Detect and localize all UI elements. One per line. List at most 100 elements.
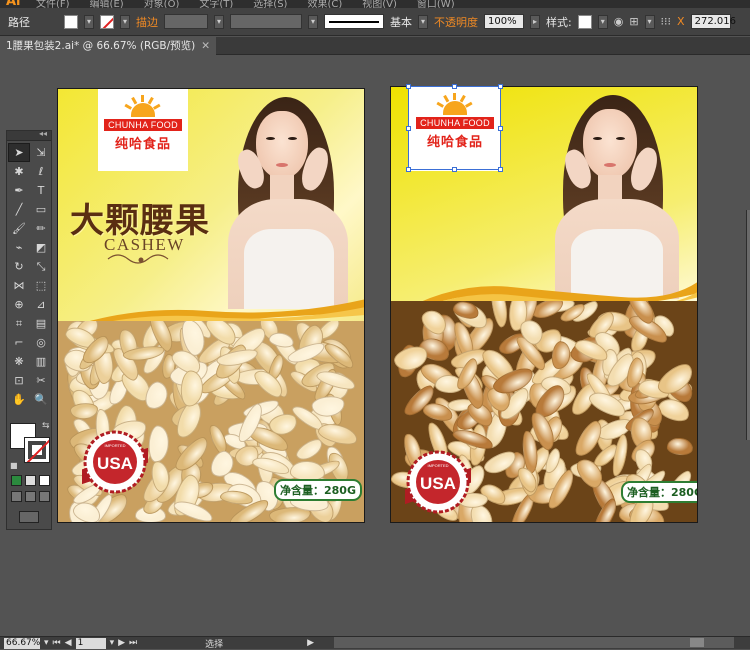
menu-file[interactable]: 文件(F) [36, 0, 70, 8]
draw-behind-icon[interactable] [25, 491, 36, 502]
perspective-grid-tool-icon[interactable]: ⊿ [30, 295, 52, 314]
direct-selection-tool-icon[interactable]: ⇲ [30, 143, 52, 162]
column-graph-tool-icon[interactable]: ▥ [30, 352, 52, 371]
eyedropper-tool-icon[interactable]: ⌐ [8, 333, 30, 352]
stroke-weight-field[interactable] [164, 14, 208, 29]
blend-tool-icon[interactable]: ◎ [30, 333, 52, 352]
style-swatch[interactable] [577, 14, 592, 29]
gradient-mode-icon[interactable] [25, 475, 36, 486]
menu-window[interactable]: 窗口(W) [417, 0, 455, 8]
scrollbar-thumb[interactable] [690, 638, 704, 647]
stroke-dropdown-icon[interactable]: ▾ [120, 14, 130, 29]
free-transform-tool-icon[interactable]: ⬚ [30, 276, 52, 295]
menu-effect[interactable]: 效果(C) [307, 0, 342, 8]
slice-tool-icon[interactable]: ✂ [30, 371, 52, 390]
fill-swatch[interactable] [64, 14, 78, 29]
variable-width-field[interactable] [230, 14, 302, 29]
align-dropdown-icon[interactable]: ▾ [644, 14, 655, 29]
handle-top-right[interactable] [498, 84, 503, 89]
zoom-dropdown-icon[interactable]: ▾ [44, 638, 49, 648]
default-colors-icon[interactable]: ■ [10, 461, 20, 471]
handle-top-center[interactable] [452, 84, 457, 89]
stroke-label[interactable]: 描边 [136, 14, 158, 30]
recolor-icon[interactable]: ◉ [614, 15, 624, 28]
menu-view[interactable]: 视图(V) [362, 0, 397, 8]
eraser-tool-icon[interactable]: ◩ [30, 238, 52, 257]
document-tab-bar: 1腰果包装2.ai* @ 66.67% (RGB/预览) ✕ [0, 37, 750, 55]
handle-bottom-center[interactable] [452, 167, 457, 172]
align-icon[interactable]: ⊞ [629, 15, 638, 28]
handle-middle-left[interactable] [406, 126, 411, 131]
opacity-field[interactable]: 100% [484, 14, 524, 29]
handle-middle-right[interactable] [498, 126, 503, 131]
stroke-weight-dropdown-icon[interactable]: ▾ [214, 14, 224, 29]
stroke-color-box[interactable] [24, 437, 50, 463]
pen-tool-icon[interactable]: ✒ [8, 181, 30, 200]
next-artboard-icon[interactable]: ▶ [118, 638, 125, 648]
brush-preview[interactable] [324, 14, 384, 29]
stroke-swatch[interactable] [100, 14, 114, 29]
shape-builder-tool-icon[interactable]: ⊕ [8, 295, 30, 314]
first-artboard-icon[interactable]: ⏮ [53, 638, 61, 648]
document-tab[interactable]: 1腰果包装2.ai* @ 66.67% (RGB/预览) ✕ [0, 37, 217, 55]
zoom-field[interactable]: 66.67% [4, 637, 40, 649]
color-mode-icon[interactable] [11, 475, 22, 486]
app-logo: Ai [6, 0, 21, 8]
pencil-tool-icon[interactable]: ✏ [30, 219, 52, 238]
x-field[interactable]: 272.016 [690, 14, 736, 29]
close-tab-icon[interactable]: ✕ [201, 37, 210, 55]
paintbrush-tool-icon[interactable]: 🖌 [8, 219, 30, 238]
line-tool-icon[interactable]: ╱ [8, 200, 30, 219]
opacity-dropdown-icon[interactable]: ▸ [530, 14, 540, 29]
swap-fill-stroke-icon[interactable]: ⇆ [42, 421, 50, 431]
draw-inside-icon[interactable] [39, 491, 50, 502]
zoom-tool-icon[interactable]: 🔍 [30, 390, 52, 409]
menu-select[interactable]: 选择(S) [253, 0, 287, 8]
hand-tool-icon[interactable]: ✋ [8, 390, 30, 409]
blob-brush-tool-icon[interactable]: ⌁ [8, 238, 30, 257]
artboard-tool-icon[interactable]: ⊡ [8, 371, 30, 390]
fill-stroke-indicator[interactable]: ⇆ ■ [10, 421, 52, 470]
artboard-dropdown-icon[interactable]: ▾ [110, 638, 115, 648]
horizontal-scrollbar[interactable] [334, 637, 734, 648]
artboard-1[interactable]: CHUNHA FOOD 纯哈食品 大颗腰果 CASHEW USA IMPORTE… [57, 88, 365, 523]
prev-artboard-icon[interactable]: ◀ [65, 638, 72, 648]
handle-bottom-left[interactable] [406, 167, 411, 172]
menu-type[interactable]: 文字(T) [199, 0, 233, 8]
magic-wand-tool-icon[interactable]: ✱ [8, 162, 30, 181]
status-menu-icon[interactable]: ▶ [307, 638, 314, 648]
sun-logo-icon [121, 95, 165, 117]
collapse-panel-icon[interactable]: ◂◂ [39, 129, 47, 138]
rectangle-tool-icon[interactable]: ▭ [30, 200, 52, 219]
handle-top-left[interactable] [406, 84, 411, 89]
tools-panel-header[interactable]: ◂◂ [7, 129, 51, 141]
symbol-sprayer-tool-icon[interactable]: ❋ [8, 352, 30, 371]
brush-dropdown-icon[interactable]: ▾ [418, 14, 428, 29]
style-dropdown-icon[interactable]: ▾ [597, 14, 608, 29]
last-artboard-icon[interactable]: ⏭ [129, 638, 137, 648]
reference-point-icon[interactable]: ⁝⁝⁝ [661, 15, 672, 28]
handle-bottom-right[interactable] [498, 167, 503, 172]
menu-edit[interactable]: 编辑(E) [90, 0, 124, 8]
draw-normal-icon[interactable] [11, 491, 22, 502]
none-mode-icon[interactable] [39, 475, 50, 486]
mesh-tool-icon[interactable]: ⌗ [8, 314, 30, 333]
variable-width-dropdown-icon[interactable]: ▾ [308, 14, 318, 29]
lasso-tool-icon[interactable]: ℓ [30, 162, 52, 181]
scale-tool-icon[interactable]: ⤡ [30, 257, 52, 276]
rotate-tool-icon[interactable]: ↻ [8, 257, 30, 276]
selection-tool-icon[interactable]: ➤ [8, 143, 30, 162]
cashew-nut [666, 436, 695, 456]
fill-dropdown-icon[interactable]: ▾ [84, 14, 94, 29]
type-tool-icon[interactable]: T [30, 181, 52, 200]
right-panel-edge[interactable] [746, 210, 750, 440]
screen-mode-icon[interactable] [19, 511, 39, 523]
selection-bounding-box[interactable] [408, 86, 501, 170]
gradient-tool-icon[interactable]: ▤ [30, 314, 52, 333]
x-label[interactable]: X [677, 15, 685, 28]
width-tool-icon[interactable]: ⋈ [8, 276, 30, 295]
menu-object[interactable]: 对象(O) [144, 0, 180, 8]
seal-ring-text: IMPORTED [104, 443, 125, 448]
opacity-label[interactable]: 不透明度 [434, 14, 478, 30]
artboard-number-field[interactable]: 1 [75, 637, 106, 649]
